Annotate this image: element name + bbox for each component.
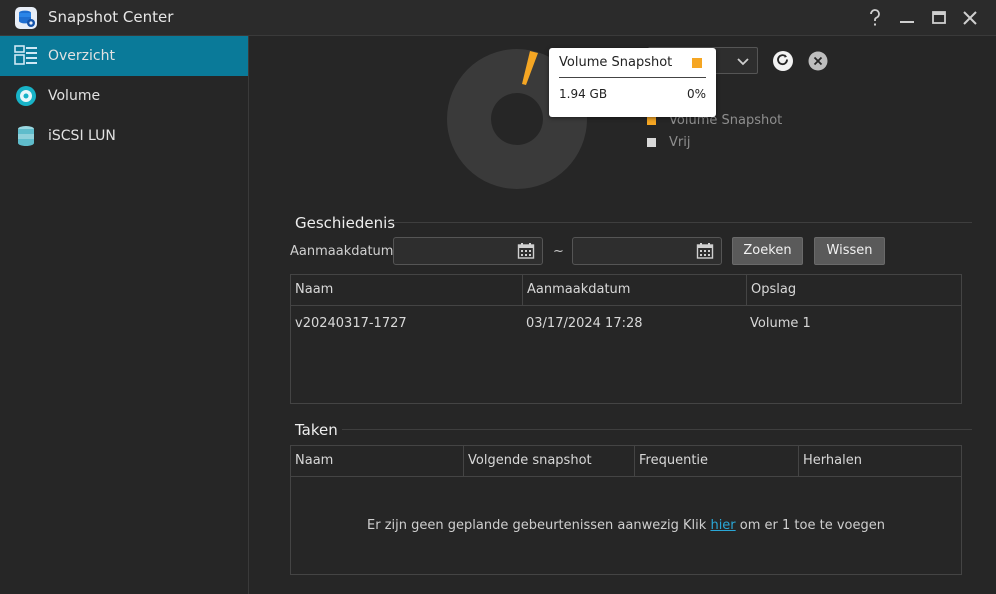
close-circle-icon[interactable] xyxy=(808,51,828,71)
chart-tooltip: Volume Snapshot 1.94 GB 0% xyxy=(549,48,716,117)
main-content: Volume Snapshot Vrij Volume Snapshot 1.9… xyxy=(250,36,996,594)
column-header-naam[interactable]: Naam xyxy=(291,446,463,476)
window-title: Snapshot Center xyxy=(48,8,174,26)
clear-button[interactable]: Wissen xyxy=(814,237,885,265)
history-section-title: Geschiedenis xyxy=(295,214,396,232)
tooltip-swatch xyxy=(692,58,702,68)
legend-swatch xyxy=(647,116,656,125)
column-header-frequentie[interactable]: Frequentie xyxy=(634,446,798,476)
section-divider xyxy=(342,429,972,430)
database-stack-icon xyxy=(14,124,38,148)
start-date-input[interactable] xyxy=(393,237,543,265)
search-button[interactable]: Zoeken xyxy=(732,237,803,265)
creation-date-label: Aanmaakdatum: xyxy=(290,244,398,259)
column-header-aanmaakdatum[interactable]: Aanmaakdatum xyxy=(522,275,746,305)
title-bar: Snapshot Center xyxy=(0,0,996,36)
tooltip-divider xyxy=(559,77,706,78)
section-divider xyxy=(388,222,972,223)
snapshot-created: 03/17/2024 17:28 xyxy=(526,316,643,331)
minimize-icon[interactable] xyxy=(895,6,919,30)
tooltip-title: Volume Snapshot xyxy=(559,55,673,70)
sidebar-item-label: Overzicht xyxy=(48,48,115,64)
table-row[interactable]: v20240317-1727 03/17/2024 17:28 Volume 1 xyxy=(291,306,961,342)
tooltip-size: 1.94 GB xyxy=(559,87,608,101)
sidebar-item-volume[interactable]: Volume xyxy=(0,76,248,116)
close-window-icon[interactable] xyxy=(958,6,982,30)
column-header-opslag[interactable]: Opslag xyxy=(746,275,961,305)
end-date-input[interactable] xyxy=(572,237,722,265)
refresh-icon[interactable] xyxy=(772,50,794,72)
volume-disk-icon xyxy=(14,84,38,108)
date-range-separator: ~ xyxy=(553,244,564,259)
tasks-section-title: Taken xyxy=(295,421,338,439)
column-header-herhalen[interactable]: Herhalen xyxy=(798,446,961,476)
calendar-icon[interactable] xyxy=(696,242,714,260)
snapshot-center-app-icon xyxy=(14,6,38,30)
column-header-volgende-snapshot[interactable]: Volgende snapshot xyxy=(463,446,634,476)
help-icon[interactable] xyxy=(863,6,887,30)
column-header-naam[interactable]: Naam xyxy=(291,275,522,305)
add-task-link[interactable]: hier xyxy=(710,518,735,533)
sidebar: Overzicht Volume iSCSI LUN xyxy=(0,36,249,594)
legend-swatch xyxy=(647,138,656,147)
sidebar-item-label: Volume xyxy=(48,88,101,104)
tooltip-percent: 0% xyxy=(686,87,706,101)
tasks-table: Naam Volgende snapshot Frequentie Herhal… xyxy=(290,445,962,575)
tasks-table-header: Naam Volgende snapshot Frequentie Herhal… xyxy=(291,446,961,477)
maximize-icon[interactable] xyxy=(927,6,951,30)
overview-list-icon xyxy=(14,44,38,68)
empty-text-before: Er zijn geen geplande gebeurtenissen aan… xyxy=(367,518,707,533)
snapshot-name: v20240317-1727 xyxy=(295,316,407,331)
empty-text-after: om er 1 toe te voegen xyxy=(739,518,885,533)
snapshot-storage: Volume 1 xyxy=(750,316,811,331)
sidebar-item-overzicht[interactable]: Overzicht xyxy=(0,36,248,76)
legend-label: Vrij xyxy=(669,135,691,150)
sidebar-item-label: iSCSI LUN xyxy=(48,128,116,144)
empty-tasks-message: Er zijn geen geplande gebeurtenissen aan… xyxy=(291,518,961,533)
calendar-icon[interactable] xyxy=(517,242,535,260)
history-table-header: Naam Aanmaakdatum Opslag xyxy=(291,275,961,306)
sidebar-item-iscsi-lun[interactable]: iSCSI LUN xyxy=(0,116,248,156)
chevron-down-icon xyxy=(735,53,751,69)
history-table: Naam Aanmaakdatum Opslag v20240317-1727 … xyxy=(290,274,962,404)
